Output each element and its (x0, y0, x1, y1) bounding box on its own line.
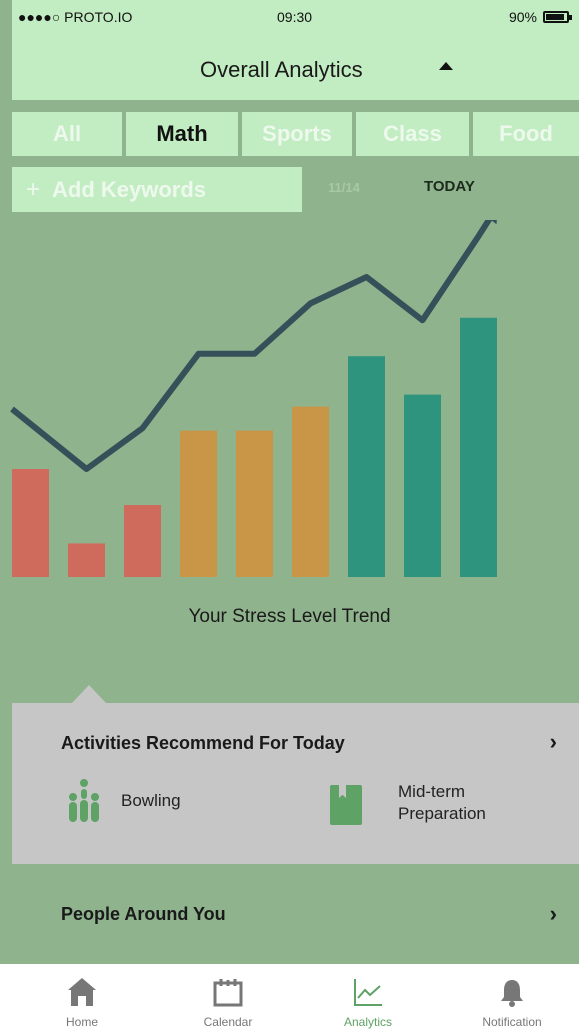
recommendations-panel[interactable]: Activities Recommend For Today › Bowling… (12, 703, 579, 864)
home-icon (68, 978, 96, 1006)
stress-chart (10, 220, 497, 577)
page-title: Overall Analytics (200, 57, 363, 82)
analytics-icon (354, 979, 382, 1006)
date-start[interactable]: 11/14 (328, 180, 360, 195)
activity-bowling[interactable]: Bowling (67, 778, 181, 824)
tab-all[interactable]: All (12, 112, 122, 156)
stress-bar (292, 406, 329, 577)
category-tabs: All Math Sports Class Food (12, 112, 579, 156)
plus-icon: + (26, 176, 41, 203)
stress-bar (68, 543, 105, 577)
battery-icon (543, 11, 572, 23)
tab-math[interactable]: Math (126, 112, 238, 156)
clock: 09:30 (277, 9, 313, 25)
status-bar: ●●●●○ PROTO.IO 09:30 90% (12, 0, 579, 35)
stress-bar (460, 317, 497, 577)
battery-percent: 90% (508, 9, 537, 25)
stress-bar (404, 394, 441, 577)
nav-analytics[interactable]: Analytics (313, 964, 423, 1032)
caret-up-icon[interactable] (439, 62, 453, 70)
nav-label: Notification (482, 1015, 542, 1029)
chevron-right-icon[interactable]: › (550, 901, 557, 927)
bottom-nav: Home Calendar Analytics Notification (0, 964, 579, 1032)
tab-sports[interactable]: Sports (242, 112, 352, 156)
tab-food[interactable]: Food (473, 112, 579, 156)
add-keywords-button[interactable]: + Add Keywords (12, 167, 302, 212)
calendar-icon (213, 979, 243, 1007)
panel-pointer (72, 685, 106, 703)
activity-label: Mid-term Preparation (398, 782, 486, 823)
nav-label: Analytics (343, 1015, 393, 1029)
bell-icon (501, 980, 523, 1007)
nav-label: Calendar (203, 1015, 253, 1029)
page-header[interactable]: Overall Analytics (12, 35, 579, 100)
app-screen: ●●●●○ PROTO.IO 09:30 90% Overall Analyti… (0, 0, 579, 1032)
book-icon (330, 785, 362, 825)
stress-bar (236, 430, 273, 577)
stress-bar (180, 430, 217, 577)
stress-bar (12, 469, 49, 577)
stress-bar (348, 356, 385, 577)
recommendations-title: Activities Recommend For Today (61, 733, 345, 753)
carrier-label: ●●●●○ PROTO.IO (18, 9, 133, 25)
nav-home[interactable]: Home (27, 964, 137, 1032)
bowling-icon (69, 779, 99, 822)
activity-label: Bowling (121, 791, 181, 810)
date-today[interactable]: TODAY (424, 178, 475, 195)
nav-notification[interactable]: Notification (457, 964, 567, 1032)
nav-label: Home (65, 1015, 98, 1029)
people-around-section[interactable]: People Around You › (12, 864, 579, 964)
battery-status: 90% (508, 9, 572, 25)
chevron-right-icon[interactable]: › (550, 729, 557, 755)
chart-title: Your Stress Level Trend (188, 606, 391, 627)
stress-bar (124, 505, 161, 577)
people-title: People Around You (61, 904, 226, 924)
nav-calendar[interactable]: Calendar (173, 964, 283, 1032)
tab-class[interactable]: Class (356, 112, 469, 156)
add-keywords-label: Add Keywords (52, 176, 207, 202)
